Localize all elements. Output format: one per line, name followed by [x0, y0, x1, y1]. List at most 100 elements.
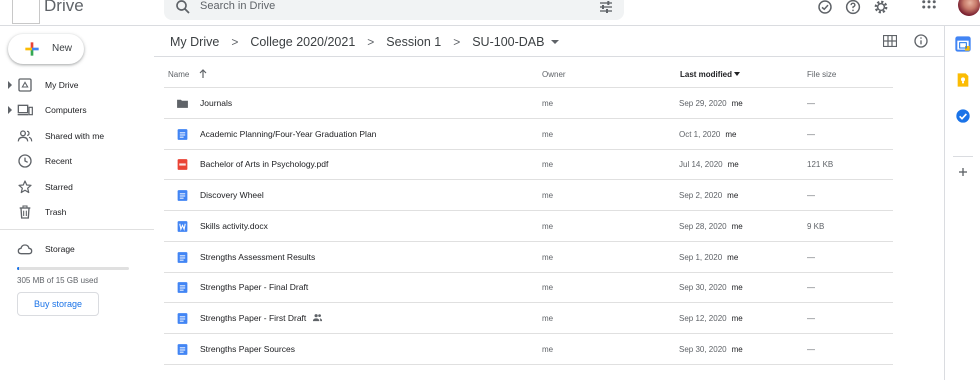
file-size: —	[807, 344, 815, 354]
word-file-icon	[177, 220, 188, 232]
trash-icon	[19, 205, 31, 219]
support-icon[interactable]	[816, 0, 834, 16]
file-owner: me	[542, 283, 554, 293]
sort-down-icon[interactable]	[734, 72, 740, 76]
plus-icon	[25, 42, 39, 56]
expand-arrow-icon[interactable]	[8, 81, 12, 89]
computers-icon	[17, 104, 33, 116]
expand-arrow-icon[interactable]	[8, 106, 12, 114]
search-bar[interactable]	[164, 0, 624, 20]
file-owner: me	[542, 313, 554, 323]
sidebar-item-storage[interactable]: Storage	[0, 238, 150, 260]
file-size: —	[807, 313, 815, 323]
file-row[interactable]: Strengths Paper Sources me Sep 30, 2020 me —	[164, 334, 893, 365]
storage-used-text: 305 MB of 15 GB used	[17, 276, 98, 285]
file-modified-by: me	[727, 252, 739, 262]
file-row[interactable]: Skills activity.docx me Sep 28, 2020 me 9 KB	[164, 211, 893, 242]
breadcrumb-college[interactable]: College 2020/2021	[250, 35, 355, 49]
file-owner: me	[542, 252, 554, 262]
file-name: Journals	[200, 98, 233, 108]
shared-people-icon	[313, 313, 323, 322]
chevron-right-icon: >	[231, 35, 239, 49]
sidebar-item-trash[interactable]: Trash	[0, 201, 150, 223]
sidebar-item-recent[interactable]: Recent	[0, 150, 150, 172]
header-divider	[154, 56, 944, 57]
recent-icon	[18, 154, 32, 168]
sidebar-item-label: Computers	[45, 105, 87, 115]
top-bar: Drive	[0, 0, 980, 26]
file-name: Discovery Wheel	[200, 190, 264, 201]
file-modified-by: me	[731, 313, 743, 323]
file-size: 9 KB	[807, 221, 825, 231]
breadcrumb-current-folder[interactable]: SU-100-DAB	[472, 35, 544, 49]
apps-grid-icon[interactable]	[920, 0, 938, 16]
chevron-right-icon: >	[453, 35, 461, 49]
tasks-icon[interactable]	[955, 108, 971, 124]
settings-icon[interactable]	[872, 0, 890, 16]
google-doc-icon	[177, 128, 188, 140]
shared-with-me-icon	[17, 130, 33, 142]
arrow-up-icon[interactable]	[198, 69, 208, 79]
sidebar-item-my-drive[interactable]: My Drive	[0, 74, 150, 96]
google-doc-icon	[177, 190, 188, 202]
file-name: Bachelor of Arts in Psychology.pdf	[200, 159, 329, 170]
sidebar-item-label: Starred	[45, 182, 73, 192]
buy-storage-button[interactable]: Buy storage	[17, 292, 99, 316]
file-name: Strengths Paper - Final Draft	[200, 282, 309, 293]
new-button[interactable]: New	[8, 34, 84, 64]
file-size: 121 KB	[807, 160, 834, 170]
search-icon[interactable]	[174, 0, 192, 16]
file-owner: me	[542, 344, 554, 354]
file-row[interactable]: Bachelor of Arts in Psychology.pdf me Jul …	[164, 149, 893, 181]
drive-logo[interactable]	[12, 0, 40, 24]
file-modified-date: Sep 30, 2020 me	[679, 283, 743, 293]
file-owner: me	[542, 99, 554, 108]
breadcrumb: My Drive > College 2020/2021 > Session 1…	[170, 34, 560, 50]
sidebar-item-shared-with-me[interactable]: Shared with me	[0, 125, 150, 147]
file-name: Skills activity.docx	[200, 220, 268, 231]
file-row[interactable]: Discovery Wheel me Sep 2, 2020 me —	[164, 180, 893, 212]
column-header-owner[interactable]: Owner	[542, 70, 566, 79]
file-row[interactable]: Strengths Assessment Results me Sep 1, 202…	[164, 242, 893, 273]
file-name: Academic Planning/Four-Year Graduation P…	[200, 128, 377, 139]
breadcrumb-my-drive[interactable]: My Drive	[170, 35, 219, 49]
starred-icon	[18, 180, 32, 194]
info-icon[interactable]	[913, 33, 929, 49]
file-modified-by: me	[731, 99, 743, 108]
file-modified-by: me	[725, 129, 737, 139]
search-input[interactable]	[200, 0, 580, 12]
google-doc-icon	[177, 343, 188, 355]
storage-usage-bar	[17, 267, 129, 270]
breadcrumb-session[interactable]: Session 1	[386, 35, 441, 49]
avatar[interactable]	[958, 0, 980, 16]
google-doc-icon	[177, 282, 188, 294]
file-name: Strengths Paper Sources	[200, 343, 295, 354]
file-name: Strengths Assessment Results	[200, 251, 316, 262]
column-header-file-size[interactable]: File size	[807, 70, 836, 79]
sidebar-item-computers[interactable]: Computers	[0, 99, 150, 121]
column-header-name[interactable]: Name	[168, 70, 189, 79]
file-size: —	[807, 283, 815, 293]
my-drive-icon	[18, 78, 32, 92]
search-options-icon[interactable]	[598, 0, 614, 15]
column-header-last-modified[interactable]: Last modified	[680, 70, 732, 79]
grid-view-icon[interactable]	[883, 35, 897, 47]
chevron-down-icon[interactable]	[551, 40, 560, 44]
new-button-label: New	[52, 43, 73, 54]
file-row[interactable]: Strengths Paper - First Draft me Sep 12, 2…	[164, 303, 893, 334]
file-row[interactable]: Academic Planning/Four-Year Graduation P…	[164, 119, 893, 150]
app-title[interactable]: Drive	[44, 0, 84, 16]
sidebar-item-starred[interactable]: Starred	[0, 176, 150, 198]
side-panel-divider	[953, 156, 973, 157]
file-row[interactable]: Strengths Paper - Final Draft me Sep 30, 2…	[164, 272, 893, 304]
file-owner: me	[542, 191, 554, 201]
add-addon-icon[interactable]	[955, 164, 971, 180]
sidebar-item-label: My Drive	[45, 80, 79, 90]
file-modified-date: Sep 12, 2020 me	[679, 313, 743, 323]
file-modified-date: Sep 30, 2020 me	[679, 344, 743, 354]
file-row[interactable]: Journals me Sep 29, 2020 me —	[164, 88, 893, 119]
file-size: —	[807, 129, 815, 139]
calendar-icon[interactable]	[955, 36, 971, 52]
help-icon[interactable]	[844, 0, 862, 16]
keep-icon[interactable]	[955, 72, 971, 88]
